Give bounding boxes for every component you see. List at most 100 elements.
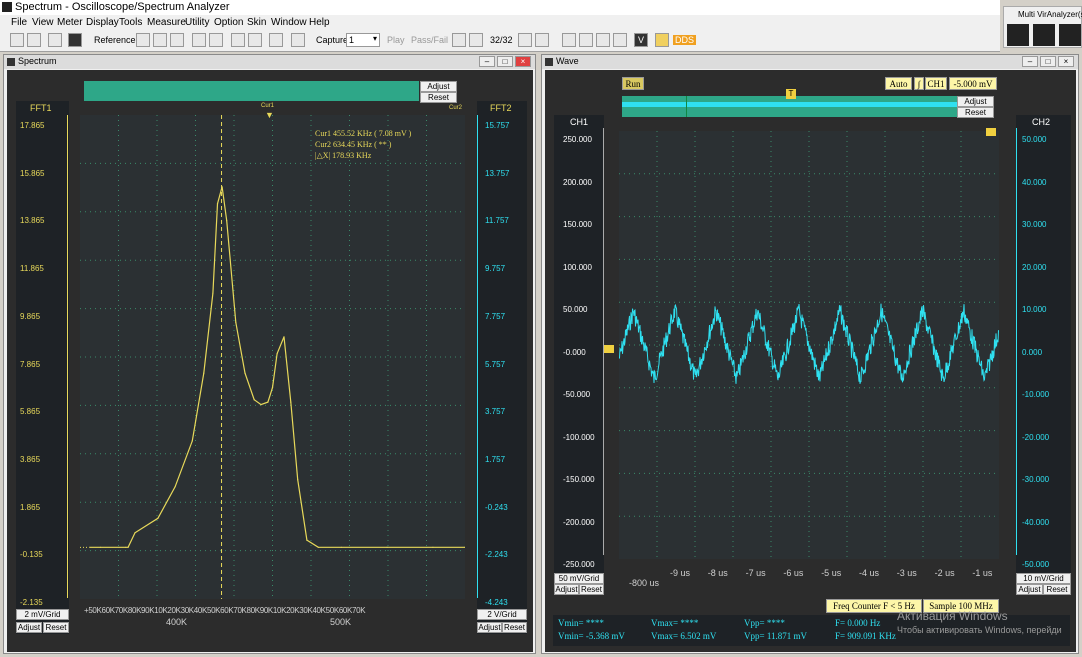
fft1-reset-button[interactable]: Reset (43, 622, 69, 633)
dds-button[interactable]: DDS (673, 35, 697, 45)
fft1-point (260, 404, 262, 406)
axis-tick-label: 150.000 (563, 220, 592, 229)
minimize-button[interactable]: – (479, 56, 495, 67)
layout2-icon[interactable] (579, 33, 593, 47)
fft1-point (216, 203, 219, 205)
dds-icon[interactable] (655, 33, 669, 47)
grid-icon[interactable] (136, 33, 150, 47)
next-frame-icon[interactable] (518, 33, 532, 47)
cursor1-tag[interactable]: Cur1 (261, 103, 274, 109)
play-button[interactable]: Play (387, 35, 405, 45)
trigger-mode-button[interactable]: Auto (885, 77, 912, 90)
trigger-position-icon[interactable]: T (786, 89, 796, 99)
analyzer-icon[interactable] (1059, 24, 1081, 46)
ch1-reset-button[interactable]: Reset (579, 584, 604, 595)
menu-meter[interactable]: Meter (57, 17, 83, 28)
fft1-label: FFT1 (30, 103, 52, 113)
layout4-icon[interactable] (613, 33, 627, 47)
first-frame-icon[interactable] (452, 33, 466, 47)
menu-measure[interactable]: Measure (147, 17, 186, 28)
menu-option[interactable]: Option (214, 17, 243, 28)
analyzer-icon[interactable] (1007, 24, 1029, 46)
maximize-button[interactable]: □ (497, 56, 513, 67)
minimize-button[interactable]: – (1022, 56, 1038, 67)
fft2-adjust-button[interactable]: Adjust (477, 622, 502, 633)
menu-window[interactable]: Window (271, 17, 307, 28)
close-button[interactable]: × (515, 56, 531, 67)
fft1-point (432, 546, 434, 548)
spectrum-reset-button[interactable]: Reset (420, 92, 457, 103)
spectrum-x-major-400k: 400K (166, 617, 188, 627)
cursor2-tag[interactable]: Cur2 (449, 105, 462, 111)
axis-tick-label: -4.243 (485, 598, 508, 607)
columns-icon[interactable] (153, 33, 167, 47)
axis-tick-label: 0.000 (1022, 347, 1043, 357)
save-icon[interactable] (27, 33, 41, 47)
close-button[interactable]: × (1058, 56, 1074, 67)
wave-adjust-button[interactable]: Adjust (957, 96, 994, 107)
cursor1-marker-icon[interactable]: ▼ (265, 110, 274, 120)
fft1-adjust-button[interactable]: Adjust (16, 622, 42, 633)
v-button[interactable]: V (634, 33, 648, 47)
spectrum-x-ticks: +50K60K70K80K90K10K20K30K40K50K60K70K80K… (84, 606, 366, 615)
line-icon[interactable] (231, 33, 245, 47)
maximize-button[interactable]: □ (1040, 56, 1056, 67)
run-button[interactable]: Run (622, 77, 644, 90)
analyzer-icon[interactable] (1033, 24, 1055, 46)
wave-reset-button[interactable]: Reset (957, 107, 994, 118)
axis-tick-label: 7.865 (20, 359, 41, 369)
wave-overview-bar[interactable]: T (622, 89, 957, 117)
app-icon (2, 2, 12, 12)
menu-tools[interactable]: Tools (119, 17, 142, 28)
time-tick-label: -4 us (859, 568, 880, 578)
open-icon[interactable] (10, 33, 24, 47)
capture-select[interactable]: 1 ▾ (346, 33, 380, 47)
menu-utility[interactable]: Utility (185, 17, 209, 28)
reference-button[interactable]: Reference (94, 35, 136, 45)
cursor-icon[interactable] (48, 33, 62, 47)
pass-fail-button[interactable]: Pass/Fail (411, 35, 448, 45)
spectrum-overview-bar[interactable] (84, 81, 419, 101)
ch2-axis-panel: CH2 50.000 40.000 30.000 20.000 10.000 0.000 -… (1016, 115, 1071, 595)
layout3-icon[interactable] (596, 33, 610, 47)
zoom-icon[interactable] (209, 33, 223, 47)
trigger-channel[interactable]: CH1 (925, 77, 947, 90)
measure-icon[interactable] (192, 33, 206, 47)
fft1-point (271, 387, 274, 389)
help-icon[interactable] (68, 33, 82, 47)
window-icon[interactable] (269, 33, 283, 47)
menu-display[interactable]: Display (86, 17, 119, 28)
menu-help[interactable]: Help (309, 17, 330, 28)
spectrum-plot[interactable]: Cur1 455.52 KHz ( 7.08 mV ) Cur2 634.45 … (80, 115, 465, 599)
layout1-icon[interactable] (562, 33, 576, 47)
display-icon[interactable] (170, 33, 184, 47)
time-tick-label: -5 us (821, 568, 842, 578)
menu-view[interactable]: View (32, 17, 54, 28)
ch2-adjust-button[interactable]: Adjust (1016, 584, 1043, 595)
ch1-adjust-button[interactable]: Adjust (554, 584, 579, 595)
print-icon[interactable] (291, 33, 305, 47)
trigger-level[interactable]: -5.000 mV (949, 77, 997, 90)
menu-file[interactable]: File (11, 17, 27, 28)
menu-skin[interactable]: Skin (247, 17, 266, 28)
fft1-point (212, 292, 214, 294)
ch2-reset-button[interactable]: Reset (1043, 584, 1071, 595)
fft2-reset-button[interactable]: Reset (502, 622, 527, 633)
last-frame-icon[interactable] (535, 33, 549, 47)
spectrum-adjust-button[interactable]: Adjust (420, 81, 457, 92)
ch1-offset-marker-icon[interactable] (604, 345, 614, 353)
ch1-grid-label: 50 mV/Grid (554, 573, 604, 584)
fft2-axis-panel: FFT2 15.757 13.757 11.757 9.757 7.757 5.757 3.… (477, 101, 527, 634)
wave-plot[interactable] (619, 131, 999, 559)
fft2-grid-label: 2 V/Grid (477, 609, 527, 620)
ch2-grid-label: 10 mV/Grid (1016, 573, 1071, 584)
spectrum-window-titlebar: Spectrum – □ × (4, 55, 535, 69)
stop-icon[interactable] (248, 33, 262, 47)
axis-tick-label: 250.000 (563, 135, 592, 144)
trigger-edge-icon[interactable]: ∫ (914, 77, 924, 90)
axis-tick-label: 3.865 (20, 454, 41, 464)
ch2-offset-marker-icon[interactable] (986, 128, 996, 136)
prev-frame-icon[interactable] (469, 33, 483, 47)
axis-tick-label: -2.135 (20, 598, 43, 607)
spectrum-icon (7, 58, 15, 66)
